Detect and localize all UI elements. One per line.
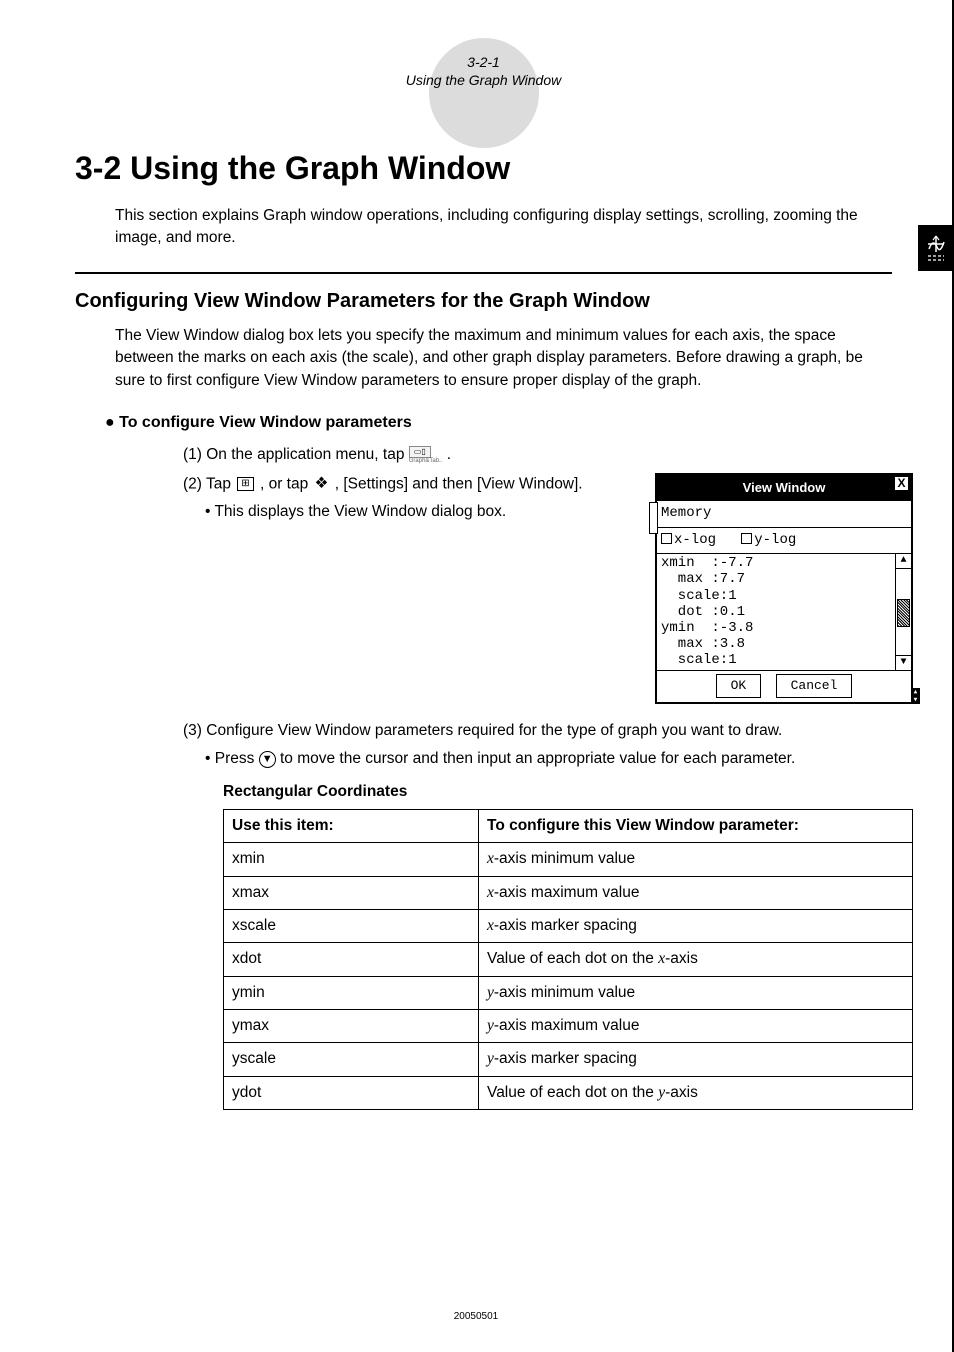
ylog-checkbox[interactable]	[741, 533, 752, 544]
table-row: xscale x-axis marker spacing	[224, 909, 913, 942]
cell-desc: x-axis minimum value	[479, 843, 913, 876]
cell-item: xscale	[224, 909, 479, 942]
table-row: ymax y-axis maximum value	[224, 1009, 913, 1042]
params-table: Use this item: To configure this View Wi…	[223, 809, 913, 1110]
scroll-down-icon[interactable]: ▼	[896, 655, 911, 670]
table-row: xmin x-axis minimum value	[224, 843, 913, 876]
section-title: 3-2 Using the Graph Window	[75, 150, 892, 187]
step-2-left: (2) Tap ⊞ , or tap ❖ , [Settings] and th…	[125, 471, 647, 528]
step1-text-b: .	[447, 446, 451, 463]
scroll-track[interactable]	[896, 569, 911, 655]
cell-item: ydot	[224, 1076, 479, 1109]
dialog-title-bar: View Window X	[657, 475, 911, 501]
cancel-button[interactable]: Cancel	[776, 674, 853, 698]
table-row: ydot Value of each dot on the y-axis	[224, 1076, 913, 1109]
spacer	[125, 704, 913, 718]
task-bullet: ●	[105, 414, 115, 431]
app-menu-icon-glyph: ▭▯	[409, 446, 431, 458]
task-title: ● To configure View Window parameters	[105, 414, 892, 432]
app-menu-icon: ▭▯ Graph&Tab..	[409, 446, 443, 464]
table-header-row: Use this item: To configure this View Wi…	[224, 809, 913, 842]
table-row: ymin y-axis minimum value	[224, 976, 913, 1009]
dialog-body: xmin :-7.7 max :7.7 scale:1 dot :0.1 ymi…	[657, 554, 911, 670]
down-cursor-icon: ▼	[259, 751, 276, 768]
page: 3-2-1 Using the Graph Window 3-2 Using t…	[0, 0, 954, 1352]
scroll-up-icon[interactable]: ▲	[896, 554, 911, 569]
table-header-2: To configure this View Window parameter:	[479, 809, 913, 842]
task-title-text: To configure View Window parameters	[119, 414, 412, 431]
header-page-num: 3-2-1	[75, 30, 892, 70]
cell-desc: y-axis minimum value	[479, 976, 913, 1009]
step2-text-a: (2) Tap	[183, 475, 235, 492]
table-row: xmax x-axis maximum value	[224, 876, 913, 909]
table-row: yscale y-axis marker spacing	[224, 1043, 913, 1076]
scroll-thumb[interactable]	[897, 599, 910, 627]
dialog-title-text: View Window	[743, 477, 826, 499]
divider	[75, 272, 892, 274]
subsection-title: Configuring View Window Parameters for t…	[75, 290, 892, 313]
step-2-note: This displays the View Window dialog box…	[125, 499, 647, 525]
step-3: (3) Configure View Window parameters req…	[125, 718, 913, 744]
task-block: (1) On the application menu, tap ▭▯ Grap…	[75, 442, 892, 1110]
table-row: xdot Value of each dot on the x-axis	[224, 943, 913, 976]
view-window-dialog: View Window X Memory x-log y-log xmin :-…	[655, 473, 913, 704]
cell-desc: Value of each dot on the x-axis	[479, 943, 913, 976]
step-3-note: Press ▼ to move the cursor and then inpu…	[125, 746, 913, 772]
cell-desc: Value of each dot on the y-axis	[479, 1076, 913, 1109]
dialog-memory-menu[interactable]: Memory	[657, 501, 911, 528]
dialog-scrollbar[interactable]: ▲ ▼	[895, 554, 911, 670]
footer-date: 20050501	[0, 1311, 952, 1322]
cell-desc: y-axis marker spacing	[479, 1043, 913, 1076]
subsection-para: The View Window dialog box lets you spec…	[75, 325, 892, 392]
table-title: Rectangular Coordinates	[223, 779, 913, 805]
close-icon[interactable]: X	[894, 476, 909, 491]
steps: (1) On the application menu, tap ▭▯ Grap…	[125, 442, 913, 1110]
cell-item: xdot	[224, 943, 479, 976]
view-window-icon: ⊞	[237, 477, 253, 491]
page-header: 3-2-1 Using the Graph Window	[75, 30, 892, 110]
cell-item: yscale	[224, 1043, 479, 1076]
dialog-buttons: OK Cancel ▴▾	[657, 670, 911, 702]
step1-text-a: (1) On the application menu, tap	[183, 446, 409, 463]
step2-text-c: , [Settings] and then [View Window].	[335, 475, 583, 492]
cell-item: xmin	[224, 843, 479, 876]
app-menu-icon-label: Graph&Tab..	[409, 458, 443, 464]
cell-desc: x-axis marker spacing	[479, 909, 913, 942]
table-header-1: Use this item:	[224, 809, 479, 842]
settings-icon: ❖	[315, 471, 329, 497]
step-2-row: (2) Tap ⊞ , or tap ❖ , [Settings] and th…	[125, 471, 913, 704]
cell-item: ymax	[224, 1009, 479, 1042]
step3-note-a: Press	[205, 750, 259, 767]
resize-grip-icon[interactable]: ▴▾	[911, 688, 920, 704]
cell-desc: y-axis maximum value	[479, 1009, 913, 1042]
dialog-log-row: x-log y-log	[657, 528, 911, 555]
step-1: (1) On the application menu, tap ▭▯ Grap…	[125, 442, 913, 468]
xlog-checkbox[interactable]	[661, 533, 672, 544]
cell-item: ymin	[224, 976, 479, 1009]
cell-item: xmax	[224, 876, 479, 909]
intro-text: This section explains Graph window opera…	[75, 205, 892, 250]
step-2: (2) Tap ⊞ , or tap ❖ , [Settings] and th…	[125, 471, 647, 498]
cell-desc: x-axis maximum value	[479, 876, 913, 909]
step2-text-b: , or tap	[260, 475, 313, 492]
step3-note-b: to move the cursor and then input an app…	[280, 750, 795, 767]
ok-button[interactable]: OK	[716, 674, 762, 698]
dialog-params[interactable]: xmin :-7.7 max :7.7 scale:1 dot :0.1 ymi…	[657, 554, 895, 670]
side-tab-icon	[918, 225, 954, 271]
ylog-label: y-log	[754, 532, 796, 548]
header-subtitle: Using the Graph Window	[75, 72, 892, 88]
xlog-label: x-log	[674, 532, 716, 548]
graph-tab-icon	[924, 234, 948, 262]
